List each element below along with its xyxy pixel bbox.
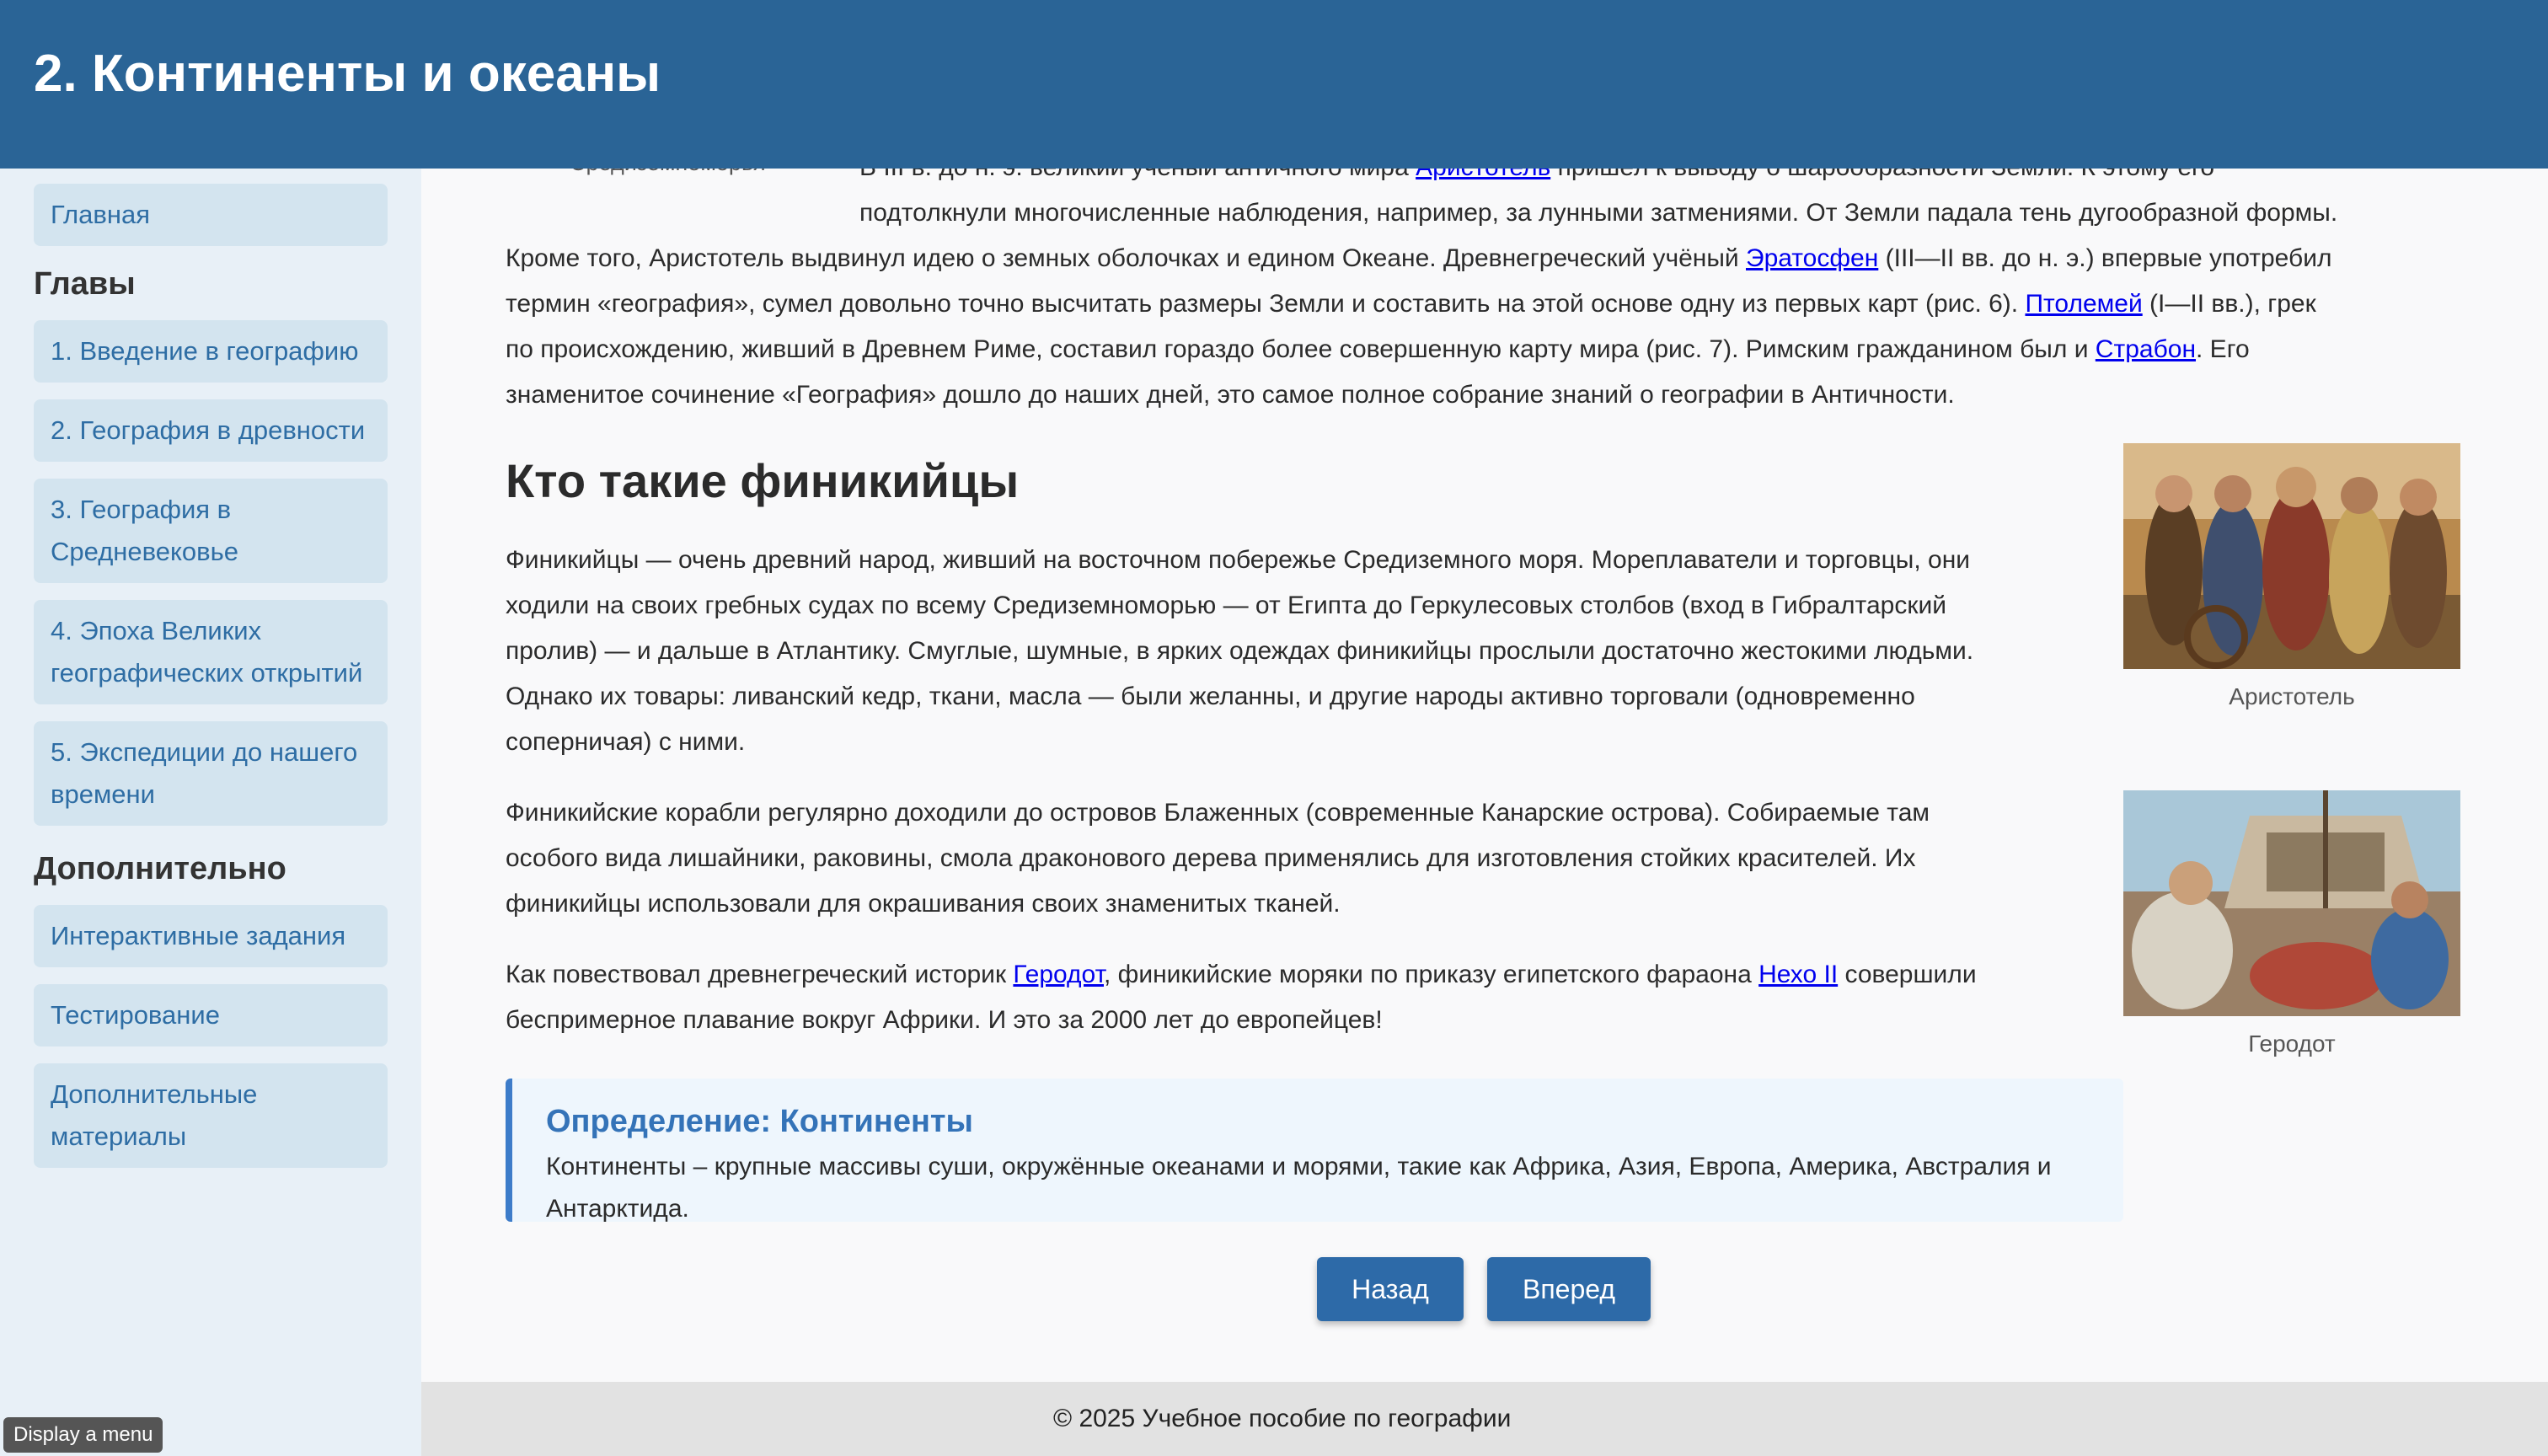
paragraph-1-line-5: соперничая) с ними.	[506, 728, 746, 756]
footer-copyright: © 2025 Учебное пособие по географии	[1053, 1405, 1512, 1432]
sidebar-item-chapter-1[interactable]: 1. Введение в географию	[34, 320, 388, 383]
sidebar-item-chapter-4[interactable]: 4. Эпоха Великих географических открытий	[34, 600, 388, 704]
paragraph-1-line-3: пролив) — и дальше в Атлантику. Смуглые,…	[506, 637, 1974, 665]
herodotus-image	[2123, 790, 2460, 1016]
paragraph-3-line-2: беспримерное плавание вокруг Африки. И э…	[506, 1006, 1383, 1034]
paragraph-3-line-1: Как повествовал древнегреческий историк …	[506, 961, 1977, 988]
link-eratosthenes[interactable]: Эратосфен	[1746, 244, 1878, 272]
link-strabo[interactable]: Страбон	[2096, 335, 2196, 363]
sidebar-item-home[interactable]: Главная	[34, 184, 388, 246]
sidebar-item-testing[interactable]: Тестирование	[34, 984, 388, 1046]
figure-herodotus-caption: Геродот	[2248, 1030, 2336, 1057]
paragraph-1-line-4: Однако их товары: ливанский кедр, ткани,…	[506, 682, 1915, 710]
paragraph-2-line-2: особого вида лишайники, раковины, смола …	[506, 844, 1916, 872]
main-content[interactable]: Средиземноморья В III в. до н. э. велики…	[421, 0, 2548, 1382]
section-heading: Кто такие финикийцы	[506, 454, 1020, 507]
page-title: 2. Континенты и океаны	[34, 45, 661, 103]
page-header: 2. Континенты и океаны	[0, 0, 2548, 169]
forward-button[interactable]: Вперед	[1487, 1257, 1651, 1321]
definition-text: Континенты – крупные массивы суши, окруж…	[546, 1153, 2052, 1223]
intro-line-3: Кроме того, Аристотель выдвинул идею о з…	[506, 244, 2332, 272]
intro-line-2: подтолкнули многочисленные наблюдения, н…	[859, 199, 2338, 227]
figure-aristotle: Аристотель	[2123, 443, 2460, 711]
figure-aristotle-caption: Аристотель	[2229, 683, 2355, 709]
definition-title: Определение: Континенты	[546, 1104, 973, 1139]
link-necho[interactable]: Нехо II	[1758, 961, 1838, 988]
sidebar-heading-extra: Дополнительно	[34, 851, 286, 886]
aristotle-image	[2123, 443, 2460, 669]
sidebar-item-chapter-2[interactable]: 2. География в древности	[34, 399, 388, 462]
intro-line-5: по происхождению, живший в Древнем Риме,…	[506, 335, 2250, 363]
paragraph-2-line-3: финикийцы использовали для окрашивания с…	[506, 890, 1341, 918]
page-footer: © 2025 Учебное пособие по географии	[421, 1382, 2548, 1456]
paragraph-1-line-2: ходили на своих гребных судах по всему С…	[506, 592, 1946, 619]
definition-box: Определение: Континенты Континенты – кру…	[506, 1079, 2123, 1223]
link-herodotus[interactable]: Геродот	[1013, 961, 1104, 988]
sidebar-item-chapter-3[interactable]: 3. География в Средневековье	[34, 479, 388, 583]
intro-line-4: термин «география», сумел довольно точно…	[506, 290, 2316, 318]
sidebar-heading-chapters: Главы	[34, 266, 136, 302]
sidebar-item-interactive-tasks[interactable]: Интерактивные задания	[34, 905, 388, 967]
menu-tooltip: Display a menu	[3, 1417, 163, 1453]
paragraph-1-line-1: Финикийцы — очень древний народ, живший …	[506, 546, 1971, 574]
sidebar-item-chapter-5[interactable]: 5. Экспедиции до нашего времени	[34, 721, 388, 826]
link-ptolemy[interactable]: Птолемей	[2025, 290, 2142, 318]
figure-herodotus: Геродот	[2123, 790, 2460, 1058]
back-button[interactable]: Назад	[1317, 1257, 1464, 1321]
sidebar: Главная Главы 1. Введение в географию 2.…	[0, 169, 421, 1456]
paragraph-2-line-1: Финикийские корабли регулярно доходили д…	[506, 799, 1930, 827]
sidebar-item-extra-materials[interactable]: Дополнительные материалы	[34, 1063, 388, 1168]
intro-line-6: знаменитое сочинение «География» дошло д…	[506, 381, 1955, 409]
